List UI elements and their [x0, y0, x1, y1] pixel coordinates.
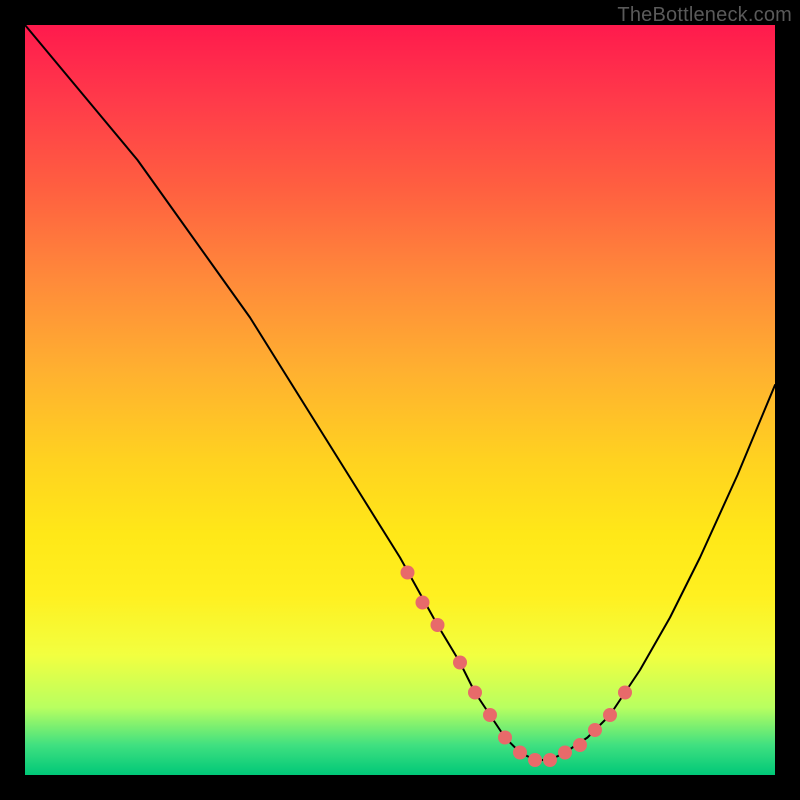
highlight-point [603, 708, 617, 722]
bottleneck-curve-path [25, 25, 775, 760]
highlight-point [431, 618, 445, 632]
curve-svg [25, 25, 775, 775]
highlight-point [401, 566, 415, 580]
plot-area [25, 25, 775, 775]
highlight-point [528, 753, 542, 767]
highlight-point [618, 686, 632, 700]
highlight-point [483, 708, 497, 722]
highlight-point [558, 746, 572, 760]
highlight-point [453, 656, 467, 670]
highlight-point [468, 686, 482, 700]
highlight-point [498, 731, 512, 745]
highlight-point [543, 753, 557, 767]
highlight-points-group [401, 566, 633, 768]
watermark-text: TheBottleneck.com [617, 4, 792, 27]
highlight-point [513, 746, 527, 760]
highlight-point [588, 723, 602, 737]
chart-stage: TheBottleneck.com [0, 0, 800, 800]
highlight-point [416, 596, 430, 610]
highlight-point [573, 738, 587, 752]
